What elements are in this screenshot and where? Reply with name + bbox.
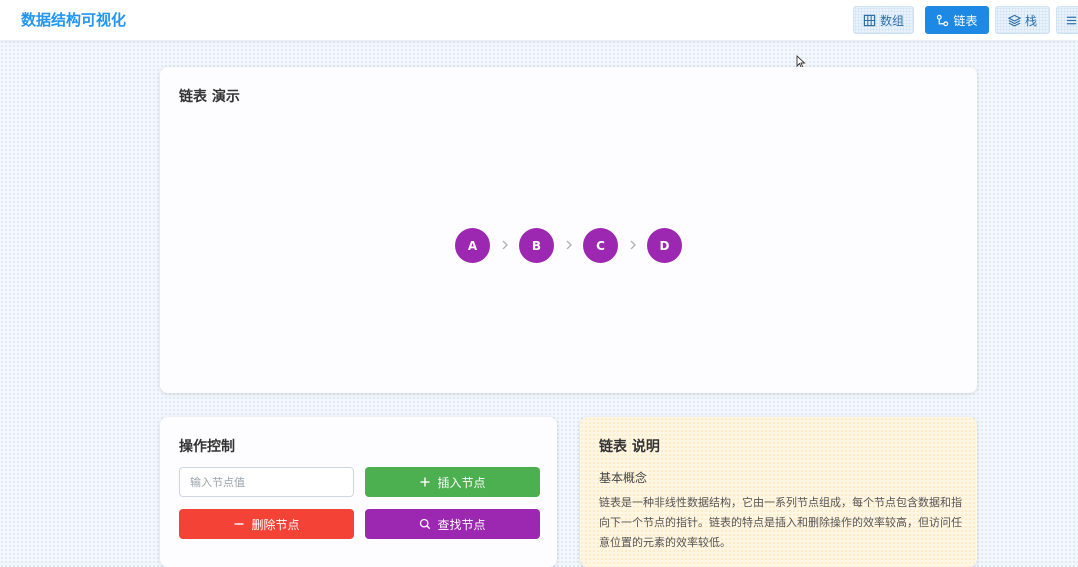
find-node-label: 查找节点 — [437, 517, 486, 532]
app-title[interactable]: 数据结构可视化 — [21, 9, 126, 30]
info-description: 链表是一种非线性数据结构，它由一系列节点组成，每个节点包含数据和指向下一个节点的… — [599, 496, 962, 549]
plus-icon — [420, 477, 430, 487]
top-header: 数据结构可视化 数组 链表 栈 — [0, 0, 1078, 40]
minus-icon — [234, 523, 244, 525]
nav-stack-label: 栈 — [1024, 13, 1037, 28]
node-value-input[interactable] — [179, 467, 354, 497]
info-subtitle: 基本概念 — [599, 471, 648, 485]
controls-title: 操作控制 — [179, 439, 235, 455]
list-icon — [1066, 16, 1077, 24]
link-icon — [937, 14, 949, 26]
nav-array-button[interactable]: 数组 — [853, 6, 914, 34]
insert-node-label: 插入节点 — [437, 475, 486, 490]
list-node[interactable]: D — [647, 228, 682, 263]
chevron-right-icon — [630, 240, 636, 250]
list-node[interactable]: B — [519, 228, 554, 263]
nav-linked-list-label: 链表 — [953, 13, 978, 28]
list-node[interactable]: C — [583, 228, 618, 263]
chevron-right-icon — [502, 240, 508, 250]
delete-node-label: 删除节点 — [251, 517, 300, 532]
list-node[interactable]: A — [455, 228, 490, 263]
info-panel: 链表 说明 基本概念 链表是一种非线性数据结构，它由一系列节点组成，每个节点包含… — [580, 417, 977, 567]
visualization-title: 链表 演示 — [179, 89, 240, 105]
nav-stack-button[interactable]: 栈 — [995, 6, 1050, 34]
nav-queue-button[interactable] — [1056, 6, 1078, 34]
info-title: 链表 说明 — [599, 439, 660, 455]
visualization-panel: 链表 演示 A B C D — [160, 67, 977, 393]
nav-array-label: 数组 — [879, 13, 904, 28]
nav-linked-list-button[interactable]: 链表 — [925, 6, 989, 34]
chevron-right-icon — [566, 240, 572, 250]
layers-icon — [1007, 14, 1021, 27]
find-node-button[interactable]: 查找节点 — [365, 509, 540, 539]
search-icon — [420, 518, 431, 530]
controls-panel: 操作控制 插入节点 删除节点 查找节点 — [160, 417, 557, 567]
delete-node-button[interactable]: 删除节点 — [179, 509, 354, 539]
grid-icon — [863, 14, 876, 26]
insert-node-button[interactable]: 插入节点 — [365, 467, 540, 497]
